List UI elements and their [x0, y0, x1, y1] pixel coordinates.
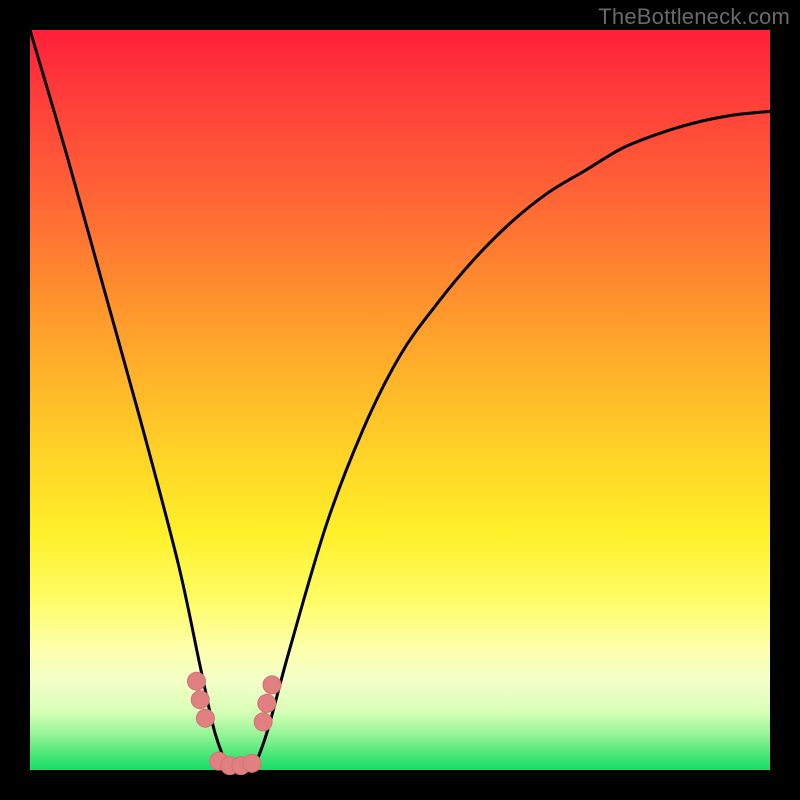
curve-svg — [30, 30, 770, 770]
data-marker — [191, 691, 209, 709]
data-marker — [263, 676, 281, 694]
data-marker — [243, 754, 261, 772]
watermark-text: TheBottleneck.com — [598, 4, 790, 30]
data-marker — [188, 672, 206, 690]
chart-frame: TheBottleneck.com — [0, 0, 800, 800]
data-marker — [258, 694, 276, 712]
data-marker — [196, 709, 214, 727]
plot-area — [30, 30, 770, 770]
bottleneck-curve — [30, 30, 770, 773]
markers-group — [188, 672, 282, 774]
data-marker — [254, 713, 272, 731]
